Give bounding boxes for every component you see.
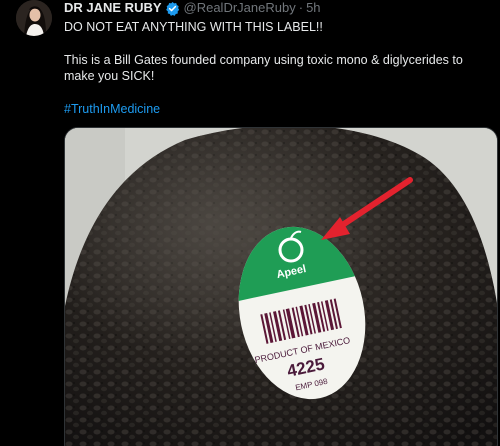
avatar[interactable] — [16, 0, 52, 36]
tweet-text-line-2: This is a Bill Gates founded company usi… — [64, 53, 463, 67]
tweet-header: DR JANE RUBY @RealDrJaneRuby · 5h — [64, 0, 321, 16]
separator-dot: · — [298, 0, 304, 15]
timestamp[interactable]: 5h — [306, 0, 320, 16]
display-name[interactable]: DR JANE RUBY — [64, 0, 162, 16]
tweet-text-line-3: make you SICK! — [64, 69, 155, 83]
tweet[interactable]: DR JANE RUBY @RealDrJaneRuby · 5h DO NOT… — [0, 0, 500, 446]
verified-badge-icon — [165, 1, 180, 16]
hashtag-link[interactable]: #TruthInMedicine — [64, 101, 160, 117]
tweet-text-line-1: DO NOT EAT ANYTHING WITH THIS LABEL!! — [64, 20, 323, 34]
tweet-photo[interactable]: Apeel PRODUCT OF MEXICO 4225 EMP 098 — [64, 127, 498, 446]
user-handle[interactable]: @RealDrJaneRuby — [184, 0, 296, 16]
